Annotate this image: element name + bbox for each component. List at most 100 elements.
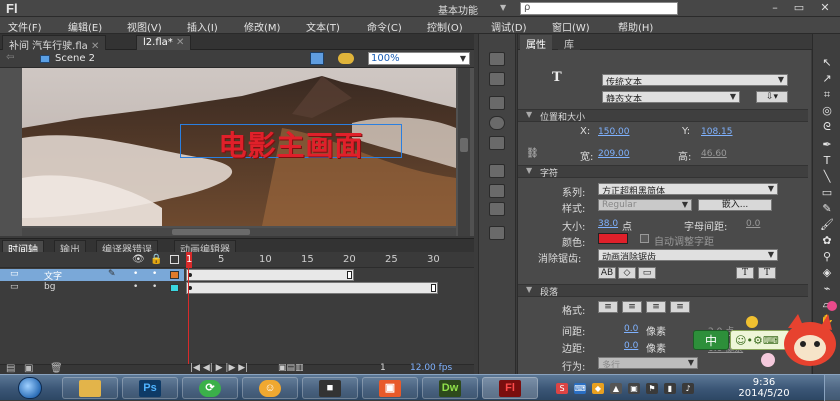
rectangle-tool-icon[interactable]: ▭ — [819, 186, 835, 199]
left-margin-value[interactable]: 0.0 — [624, 341, 638, 351]
stage-area[interactable]: 电影主画面 — [0, 68, 474, 236]
selectable-button[interactable]: AB — [598, 267, 616, 279]
tab-library[interactable]: 库 — [558, 35, 580, 51]
visibility-dot[interactable]: • — [133, 282, 138, 292]
back-arrow-icon[interactable]: ⇦ — [6, 52, 14, 63]
layer-name-cell[interactable]: ▭ bg • • — [0, 282, 184, 294]
height-value[interactable]: 46.60 — [701, 149, 727, 159]
tray-app-icon[interactable]: ▣ — [628, 383, 640, 394]
size-value[interactable]: 38.0 — [598, 219, 618, 229]
menu-control[interactable]: 控制(O) — [427, 19, 463, 34]
layer-label[interactable]: bg — [44, 282, 55, 292]
brush-tool-icon[interactable]: 🖌 — [819, 218, 835, 231]
text-type-select[interactable]: 静态文本 ▼ — [602, 91, 740, 103]
trash-icon[interactable]: 🗑 — [50, 363, 63, 374]
autokern-checkbox[interactable] — [640, 234, 649, 243]
free-transform-tool-icon[interactable]: ⌗ — [819, 88, 835, 101]
font-family-select[interactable]: 方正超粗黑简体 ▼ — [598, 183, 778, 195]
menu-debug[interactable]: 调试(D) — [491, 19, 527, 34]
taskbar-dreamweaver[interactable]: Dw — [422, 377, 478, 399]
layer-color-swatch[interactable] — [170, 271, 179, 279]
taskbar-app-face[interactable]: ☺ — [242, 377, 298, 399]
taskbar-presentation[interactable]: ▣ — [362, 377, 418, 399]
bone-tool-icon[interactable]: ⚲ — [819, 250, 835, 263]
tray-app-icon[interactable]: ◆ — [592, 383, 604, 394]
taskbar-photoshop[interactable]: Ps — [122, 377, 178, 399]
tray-keyboard-icon[interactable]: ⌨ — [574, 383, 586, 394]
align-center-button[interactable]: ≡ — [622, 301, 642, 313]
taskbar-flash[interactable]: Fl — [482, 377, 538, 399]
layer-name-cell[interactable]: ▭ 文字 ✎ • • — [0, 269, 184, 282]
indent-value[interactable]: 0.0 — [624, 324, 638, 334]
outline-icon[interactable] — [170, 255, 179, 264]
font-style-select[interactable]: Regular ▼ — [598, 199, 692, 211]
text-tool-icon[interactable]: T — [819, 154, 835, 167]
frame-end-marker[interactable] — [347, 271, 352, 279]
menu-text[interactable]: 文本(T) — [306, 19, 340, 34]
section-position-size[interactable]: ▼ 位置和大小 — [518, 109, 808, 123]
close-icon[interactable]: ✕ — [176, 37, 184, 48]
layer-row-bg[interactable]: ▭ bg • • — [0, 282, 474, 294]
pen-tool-icon[interactable]: ✒ — [819, 138, 835, 151]
eye-icon[interactable]: 👁 — [132, 254, 145, 265]
x-value[interactable]: 150.00 — [598, 127, 630, 137]
swatches-panel-icon[interactable] — [489, 72, 505, 86]
history-panel-icon[interactable] — [489, 226, 505, 240]
motion-presets-icon[interactable] — [489, 202, 505, 216]
new-layer-icon[interactable]: ▤ — [6, 363, 15, 374]
show-desktop-button[interactable] — [824, 375, 840, 401]
behavior-select[interactable]: 多行 ▼ — [598, 357, 698, 369]
menu-commands[interactable]: 命令(C) — [367, 19, 402, 34]
superscript-button[interactable]: T — [736, 267, 754, 279]
align-right-button[interactable]: ≡ — [646, 301, 666, 313]
y-value[interactable]: 108.15 — [701, 127, 733, 137]
color-panel-icon[interactable] — [489, 52, 505, 66]
section-character[interactable]: ▼ 字符 — [518, 165, 808, 179]
layer-label[interactable]: 文字 — [44, 269, 62, 282]
tray-app-icon[interactable]: S — [556, 383, 568, 394]
playback-controls[interactable]: |◀ ◀| ▶ |▶ ▶| — [190, 363, 248, 373]
layer-color-swatch[interactable] — [170, 284, 179, 292]
render-html-button[interactable]: ◇ — [618, 267, 636, 279]
horizontal-scrollbar[interactable] — [22, 228, 456, 236]
taskbar-explorer[interactable] — [62, 377, 118, 399]
zoom-select[interactable]: 100% ▼ — [368, 52, 470, 65]
onion-skin-icon[interactable]: ▣▤▥ — [278, 363, 304, 373]
start-button[interactable] — [18, 377, 42, 399]
flag-icon[interactable]: ⚑ — [646, 383, 658, 394]
layer-frames-bg[interactable] — [186, 282, 438, 294]
selection-tool-icon[interactable]: ↖ — [819, 56, 835, 69]
paint-bucket-icon[interactable]: ◈ — [819, 266, 835, 279]
line-tool-icon[interactable]: ╲ — [819, 170, 835, 183]
chevron-down-icon[interactable]: ▼ — [500, 3, 506, 12]
stage-title-text[interactable]: 电影主画面 — [180, 124, 402, 162]
pencil-tool-icon[interactable]: ✎ — [819, 202, 835, 215]
new-folder-icon[interactable]: ▣ — [24, 363, 33, 374]
doc-tab-l2[interactable]: l2.fla* ✕ — [136, 35, 192, 50]
vertical-scrollbar[interactable] — [458, 68, 470, 236]
visibility-dot[interactable]: • — [133, 269, 138, 279]
volume-icon[interactable]: ♪ — [682, 383, 694, 394]
align-panel-icon[interactable] — [489, 96, 505, 110]
taskbar-app-green[interactable]: ⟳ — [182, 377, 238, 399]
lasso-tool-icon[interactable]: ᘓ — [819, 120, 835, 133]
menu-view[interactable]: 视图(V) — [127, 19, 162, 34]
doc-tab-car[interactable]: 补间 汽车行驶.fla ✕ — [2, 35, 107, 52]
tray-app-icon[interactable]: ▲ — [610, 383, 622, 394]
lock-icon[interactable]: 🔒 — [150, 254, 162, 265]
network-icon[interactable]: ▮ — [664, 383, 676, 394]
menu-modify[interactable]: 修改(M) — [244, 19, 280, 34]
taskbar-video-app[interactable]: ■ — [302, 377, 358, 399]
deco-tool-icon[interactable]: ✿ — [819, 234, 835, 247]
antialias-select[interactable]: 动画消除锯齿 ▼ — [598, 249, 778, 261]
text-engine-select[interactable]: 传统文本 ▼ — [602, 74, 788, 86]
frame-end-marker[interactable] — [431, 284, 436, 292]
menu-insert[interactable]: 插入(I) — [187, 19, 218, 34]
justify-button[interactable]: ≡ — [670, 301, 690, 313]
orientation-button[interactable]: ⇩▾ — [756, 91, 788, 103]
embed-button[interactable]: 嵌入... — [698, 199, 772, 211]
width-value[interactable]: 209.00 — [598, 149, 630, 159]
layer-row-text[interactable]: ▭ 文字 ✎ • • — [0, 269, 474, 282]
lock-dot[interactable]: • — [152, 269, 157, 279]
transform-panel-icon[interactable] — [489, 136, 505, 150]
